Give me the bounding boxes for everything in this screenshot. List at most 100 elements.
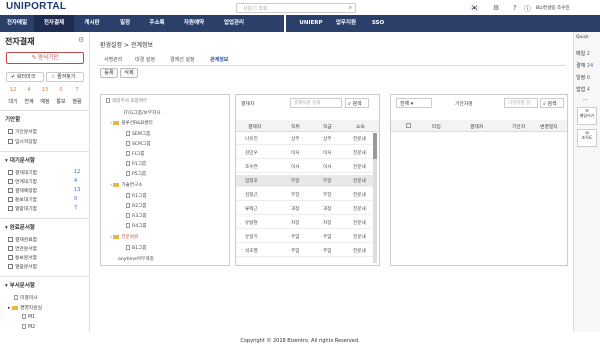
tree-node[interactable]: › 전문위원 — [110, 234, 138, 240]
count-link[interactable]: 4 — [22, 87, 36, 93]
col-position[interactable]: 직위 — [291, 123, 300, 130]
sidebar-item[interactable]: 임시저장함 — [8, 138, 37, 145]
user-name[interactable]: Biz컨설팅 조수민 — [536, 5, 570, 11]
sidebar-item[interactable]: 결재완료함 — [8, 236, 37, 243]
tab-bar — [98, 54, 566, 66]
approver-search-input[interactable]: 결재자명 검색 — [290, 98, 342, 108]
sidebar-item[interactable]: 통보문서함 — [8, 254, 37, 261]
nav-board[interactable]: 게시판 — [74, 15, 110, 32]
tree-node[interactable]: P1그룹 — [126, 161, 146, 167]
help-icon[interactable]: ? — [513, 4, 517, 12]
drafter-search-button[interactable]: ⌕ 검색 — [540, 98, 564, 108]
more-icon[interactable]: ⋯ — [583, 97, 588, 103]
favorites-button[interactable]: ☆ 즐겨찾기 — [46, 72, 84, 82]
select-all-checkbox[interactable] — [406, 123, 411, 128]
tree-node[interactable]: B1그룹 — [126, 245, 147, 251]
col-approver[interactable]: 결재자 — [470, 123, 483, 130]
tree-node[interactable]: IT(G그룹/보부지사 — [124, 110, 160, 116]
watermark-button[interactable]: ✔ 워터마크 — [6, 72, 44, 82]
section-done-title[interactable]: ▾ 완료문서함 — [5, 223, 35, 231]
sidebar-item[interactable]: 열람대기함 — [8, 205, 37, 212]
quick-schedule[interactable]: 일정 0 — [576, 74, 590, 81]
register-button[interactable]: 등록 — [100, 68, 118, 78]
tree-node[interactable]: SEM그룹 — [126, 131, 150, 137]
nav-work[interactable]: 업무지원 — [328, 15, 364, 32]
tab-signature[interactable]: 서명관리 — [104, 56, 122, 63]
section-dept-title[interactable]: ▾ 부서문서함 — [5, 281, 35, 289]
approver-search-button[interactable]: ⌕ 검색 — [345, 98, 369, 108]
gear-icon[interactable]: ⚙ — [493, 4, 499, 12]
count-wait[interactable]: 12 — [6, 87, 20, 93]
col-drafter[interactable]: 기안자 — [512, 123, 525, 130]
nav-schedule[interactable]: 일정 — [110, 15, 140, 32]
nav-sso[interactable]: SSO — [364, 15, 392, 32]
sidebar-item[interactable]: 통보대기함 — [8, 196, 37, 203]
section-wait-title[interactable]: ▾ 대기문서함 — [5, 156, 35, 164]
tree-node[interactable]: P5그룹 — [126, 171, 146, 177]
nav-reservation[interactable]: 자원예약 — [174, 15, 214, 32]
sidebar-item[interactable]: 기안문서함 — [8, 128, 37, 135]
count-view[interactable]: 7 — [70, 87, 84, 93]
tab-delegate[interactable]: 대결 설정 — [135, 56, 155, 63]
sidebar-item[interactable]: 미결미사 — [14, 294, 38, 301]
flag-icon[interactable]: 🇰🇷 — [470, 4, 479, 12]
checkbox-label: 해외부서 포함여부 — [112, 99, 148, 104]
col-type[interactable]: 타입 — [432, 123, 441, 130]
tree-node[interactable]: R1그룹 — [126, 193, 147, 199]
quick-org-button[interactable]: ⊞ 조직도 — [577, 129, 597, 147]
quick-write-mail-button[interactable]: ✉ 메일쓰기 — [577, 107, 597, 125]
nav-address[interactable]: 주소록 — [140, 15, 174, 32]
type-select-value: 전체 — [400, 101, 410, 107]
gear-icon[interactable]: ⚙ — [78, 36, 84, 44]
sidebar-item[interactable]: 연계대기함 — [8, 178, 37, 185]
nav-business[interactable]: 업업관리 — [214, 15, 254, 32]
section-draft-title[interactable]: 기안함 — [5, 115, 20, 123]
item-count: 7 — [74, 205, 78, 211]
sidebar-item[interactable]: 열람문서함 — [8, 263, 37, 270]
col-rank[interactable]: 직급 — [323, 123, 332, 130]
tree-node-label: R4그룹 — [132, 224, 147, 229]
count-plan[interactable]: 13 — [38, 87, 52, 93]
drafter-search-input[interactable]: 기안자명 검 — [504, 98, 538, 108]
document-icon — [126, 171, 130, 176]
tree-node[interactable]: anytime아무개정 — [118, 256, 154, 262]
delete-button[interactable]: 삭제 — [120, 68, 138, 78]
user-icon[interactable]: ⓘ — [524, 4, 531, 14]
tree-node[interactable]: R4그룹 — [126, 223, 147, 229]
tree-node[interactable]: › 기술연구소 — [110, 182, 142, 188]
box-icon — [8, 246, 13, 251]
count-notice[interactable]: 0 — [54, 87, 68, 93]
tree-node[interactable]: › 블루션R&D센터 — [110, 120, 153, 126]
quick-mail[interactable]: 메일 2 — [576, 50, 590, 57]
app-logo[interactable]: UNIPORTAL — [6, 1, 66, 12]
global-search-input[interactable]: 사원기 조회 ⌕ — [236, 3, 356, 13]
nav-mail[interactable]: 전자메일 — [0, 15, 34, 32]
tab-approval-line[interactable]: 결재선 설정 — [170, 56, 195, 63]
count-plan-label: 예정 — [40, 99, 50, 105]
nav-approval[interactable]: 전자결재 — [34, 15, 74, 32]
write-doc-button[interactable]: ✎ 양식기안 — [6, 52, 84, 64]
tree-node[interactable]: FI그룹 — [126, 151, 144, 157]
type-select[interactable]: 전체 ▾ — [396, 98, 432, 108]
col-dept[interactable]: 소속 — [356, 123, 365, 130]
quick-approval[interactable]: 결재 24 — [576, 62, 593, 69]
sidebar-item[interactable]: 연관문서함 — [8, 245, 37, 252]
sidebar-item[interactable]: M1 — [22, 314, 35, 320]
box-icon — [8, 206, 13, 211]
tree-node[interactable]: R3그룹 — [126, 213, 147, 219]
sidebar-item[interactable]: ▸ 경영지원실 — [8, 304, 42, 311]
search-icon[interactable]: ⌕ — [349, 4, 352, 12]
col-date[interactable]: 변경일자 — [540, 123, 558, 130]
sidebar-item[interactable]: 결재대기함 — [8, 169, 37, 176]
tree-node[interactable]: SCM그룹 — [126, 141, 151, 147]
tree-node[interactable]: R2그룹 — [126, 203, 147, 209]
overseas-checkbox[interactable]: 해외부서 포함여부 — [106, 98, 147, 104]
quick-label: 일정 — [576, 75, 586, 81]
quick-business[interactable]: 업업 4 — [576, 86, 590, 93]
sidebar-item[interactable]: 결재예정함 — [8, 187, 37, 194]
sidebar-item[interactable]: M2 — [22, 324, 35, 330]
nav-unierp[interactable]: UNIERP — [294, 15, 328, 32]
scrollbar-thumb[interactable] — [373, 133, 377, 159]
col-approver[interactable]: 결재자 — [248, 123, 261, 130]
tab-relation[interactable]: 관계정보 — [210, 56, 228, 63]
